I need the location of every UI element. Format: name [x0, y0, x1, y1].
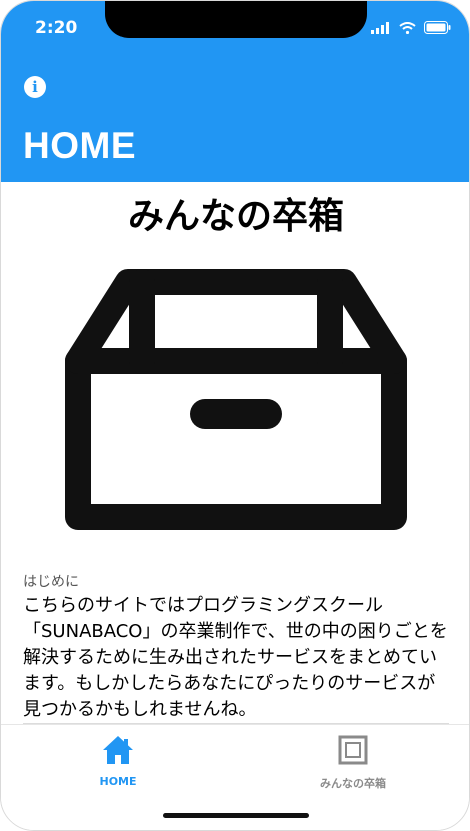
- app-title: みんなの卒箱: [127, 196, 344, 237]
- status-time: 2:20: [35, 18, 78, 38]
- tab-minnano-sotsubako-label: みんなの卒箱: [320, 777, 386, 790]
- tab-home-label: HOME: [99, 775, 137, 788]
- signal-icon: [371, 21, 389, 34]
- app-screen: 2:20 i HOME みんなの卒箱 はじめに こちらのサイトではプログラミング…: [0, 0, 470, 831]
- home-icon: [103, 736, 133, 764]
- tab-minnano-sotsubako[interactable]: みんなの卒箱: [293, 735, 413, 791]
- tab-home[interactable]: HOME: [58, 735, 178, 788]
- wifi-icon: [399, 21, 416, 34]
- intro-text: こちらのサイトではプログラミングスクール「SUNABACO」の卒業制作で、世の中…: [23, 595, 448, 720]
- home-indicator[interactable]: [163, 813, 309, 818]
- device-notch: [105, 1, 367, 38]
- status-icons: [371, 21, 451, 34]
- battery-icon: [424, 21, 451, 34]
- status-bar: 2:20: [1, 1, 469, 45]
- box-outline-icon: [338, 735, 368, 765]
- box-icon: [65, 269, 407, 530]
- info-icon[interactable]: i: [24, 76, 46, 98]
- intro-label: はじめに: [23, 574, 79, 590]
- page-title: HOME: [23, 125, 136, 166]
- app-header: 2:20 i HOME: [1, 1, 469, 182]
